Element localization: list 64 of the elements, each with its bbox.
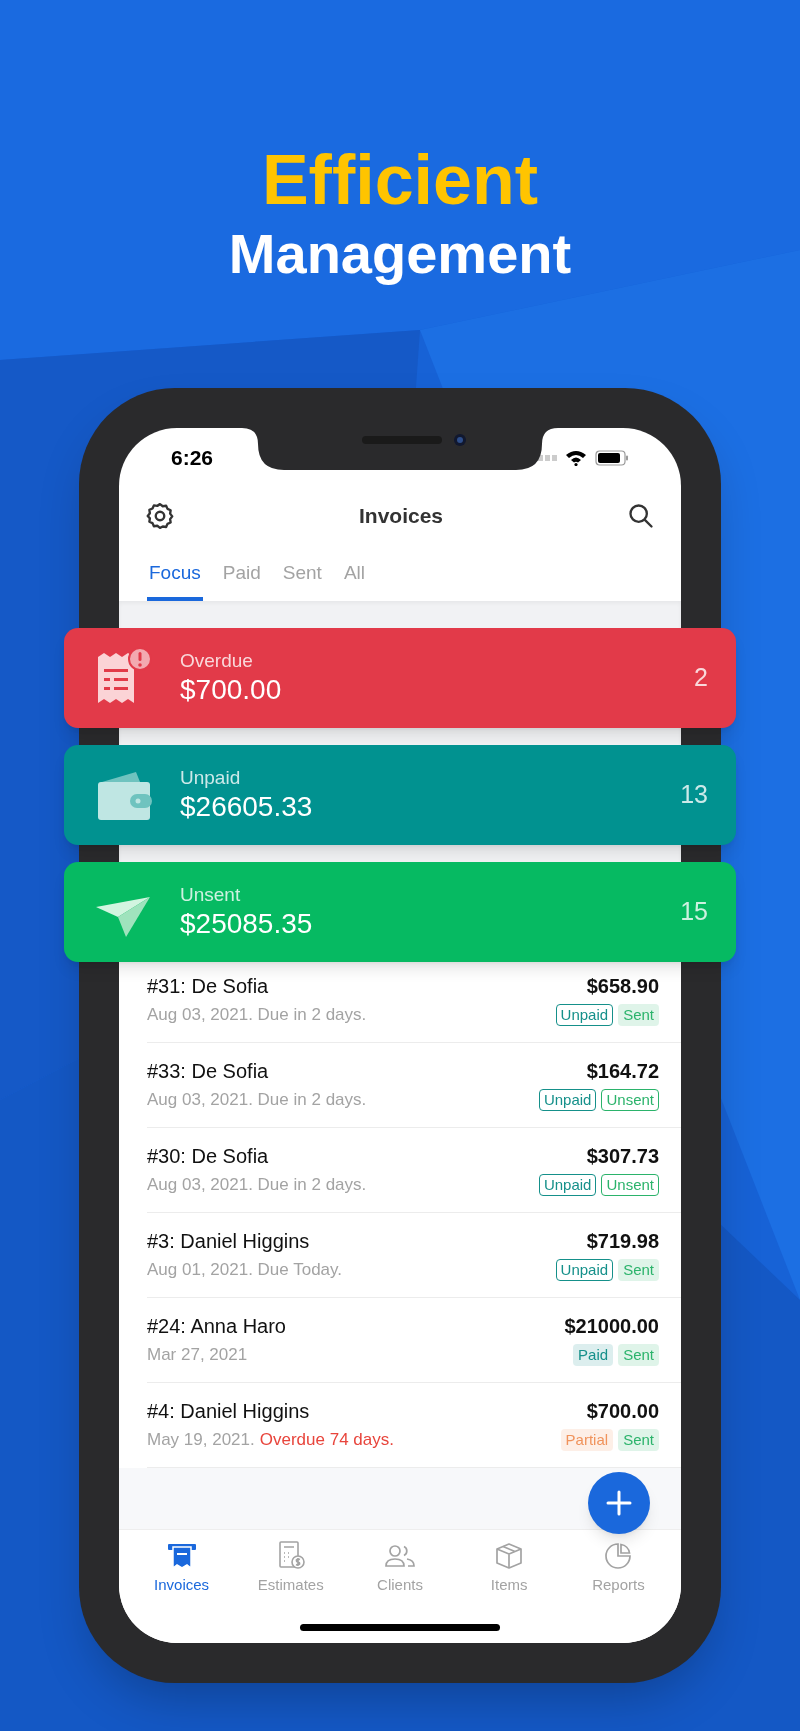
box-icon	[495, 1542, 524, 1570]
invoice-date: Aug 03, 2021. Due in 2 days.	[147, 1089, 367, 1111]
status-tag: Unpaid	[555, 1004, 614, 1026]
pie-chart-icon	[604, 1542, 633, 1570]
status-time: 6:26	[171, 445, 214, 472]
status-tag: Unpaid	[538, 1089, 597, 1111]
search-icon[interactable]	[627, 502, 655, 530]
invoice-amount: $658.90	[586, 974, 659, 998]
wifi-icon	[565, 450, 587, 466]
status-tag: Partial	[560, 1429, 614, 1451]
card-label: Unsent	[180, 883, 242, 907]
nav-tab[interactable]: Items	[454, 1540, 564, 1597]
invoice-title: #30: De Sofia	[147, 1144, 270, 1168]
status-tag: Paid	[573, 1344, 614, 1366]
screen-title: Invoices	[358, 503, 443, 530]
headline-subtitle: Management	[228, 222, 572, 286]
invoice-title: #3: Daniel Higgins	[147, 1229, 311, 1253]
settings-icon[interactable]	[145, 501, 175, 531]
invoice-date: Aug 03, 2021. Due in 2 days.	[147, 1004, 367, 1026]
invoice-date: Aug 01, 2021. Due Today.	[147, 1259, 343, 1281]
card-count: 15	[680, 896, 708, 928]
invoice-date: Mar 27, 2021	[147, 1344, 248, 1366]
card-label: Unpaid	[180, 766, 242, 790]
summary-card[interactable]: Unpaid $26605.33 13	[64, 745, 736, 845]
tab[interactable]: Sent	[280, 558, 324, 601]
invoice-amount: $307.73	[586, 1144, 659, 1168]
summary-card[interactable]: Overdue $700.00 2	[64, 628, 736, 728]
card-count: 2	[694, 662, 708, 694]
invoice-amount: $164.72	[586, 1059, 659, 1083]
overdue-note: Overdue 74 days.	[259, 1429, 394, 1451]
status-tag: Unsent	[601, 1089, 659, 1111]
nav-tab[interactable]: Clients	[345, 1540, 455, 1597]
invoice-date: May 19, 2021.	[147, 1429, 255, 1451]
status-tag: Unsent	[601, 1174, 659, 1196]
tab[interactable]: All	[341, 558, 367, 601]
nav-tab[interactable]: Invoices	[127, 1540, 237, 1597]
status-tag: Sent	[618, 1004, 659, 1026]
nav-tab[interactable]: Reports	[563, 1540, 673, 1597]
invoice-amount: $719.98	[586, 1229, 659, 1253]
nav-tab[interactable]: Estimates	[236, 1540, 346, 1597]
tab[interactable]: Paid	[220, 558, 263, 601]
invoice-amount: $700.00	[586, 1399, 659, 1423]
card-amount: $26605.33	[180, 790, 313, 824]
plus-icon	[606, 1490, 632, 1516]
card-label: Overdue	[180, 649, 254, 673]
battery-icon	[595, 450, 629, 466]
receipt-icon	[166, 1542, 197, 1570]
summary-card[interactable]: Unsent $25085.35 15	[64, 862, 736, 962]
status-tag: Unpaid	[555, 1259, 614, 1281]
status-tag: Unpaid	[538, 1174, 597, 1196]
card-amount: $700.00	[180, 673, 282, 707]
status-tag: Sent	[618, 1344, 659, 1366]
invoice-title: #24: Anna Haro	[147, 1314, 286, 1338]
invoice-amount: $21000.00	[564, 1314, 659, 1338]
status-tag: Sent	[618, 1259, 659, 1281]
card-count: 13	[680, 779, 708, 811]
invoice-date: Aug 03, 2021. Due in 2 days.	[147, 1174, 367, 1196]
status-tag: Sent	[618, 1429, 659, 1451]
card-amount: $25085.35	[180, 907, 313, 941]
people-icon	[384, 1544, 416, 1570]
invoice-title: #33: De Sofia	[147, 1059, 270, 1083]
invoice-title: #4: Daniel Higgins	[147, 1399, 311, 1423]
invoice-title: #31: De Sofia	[147, 974, 270, 998]
headline: Efficient	[261, 140, 539, 221]
